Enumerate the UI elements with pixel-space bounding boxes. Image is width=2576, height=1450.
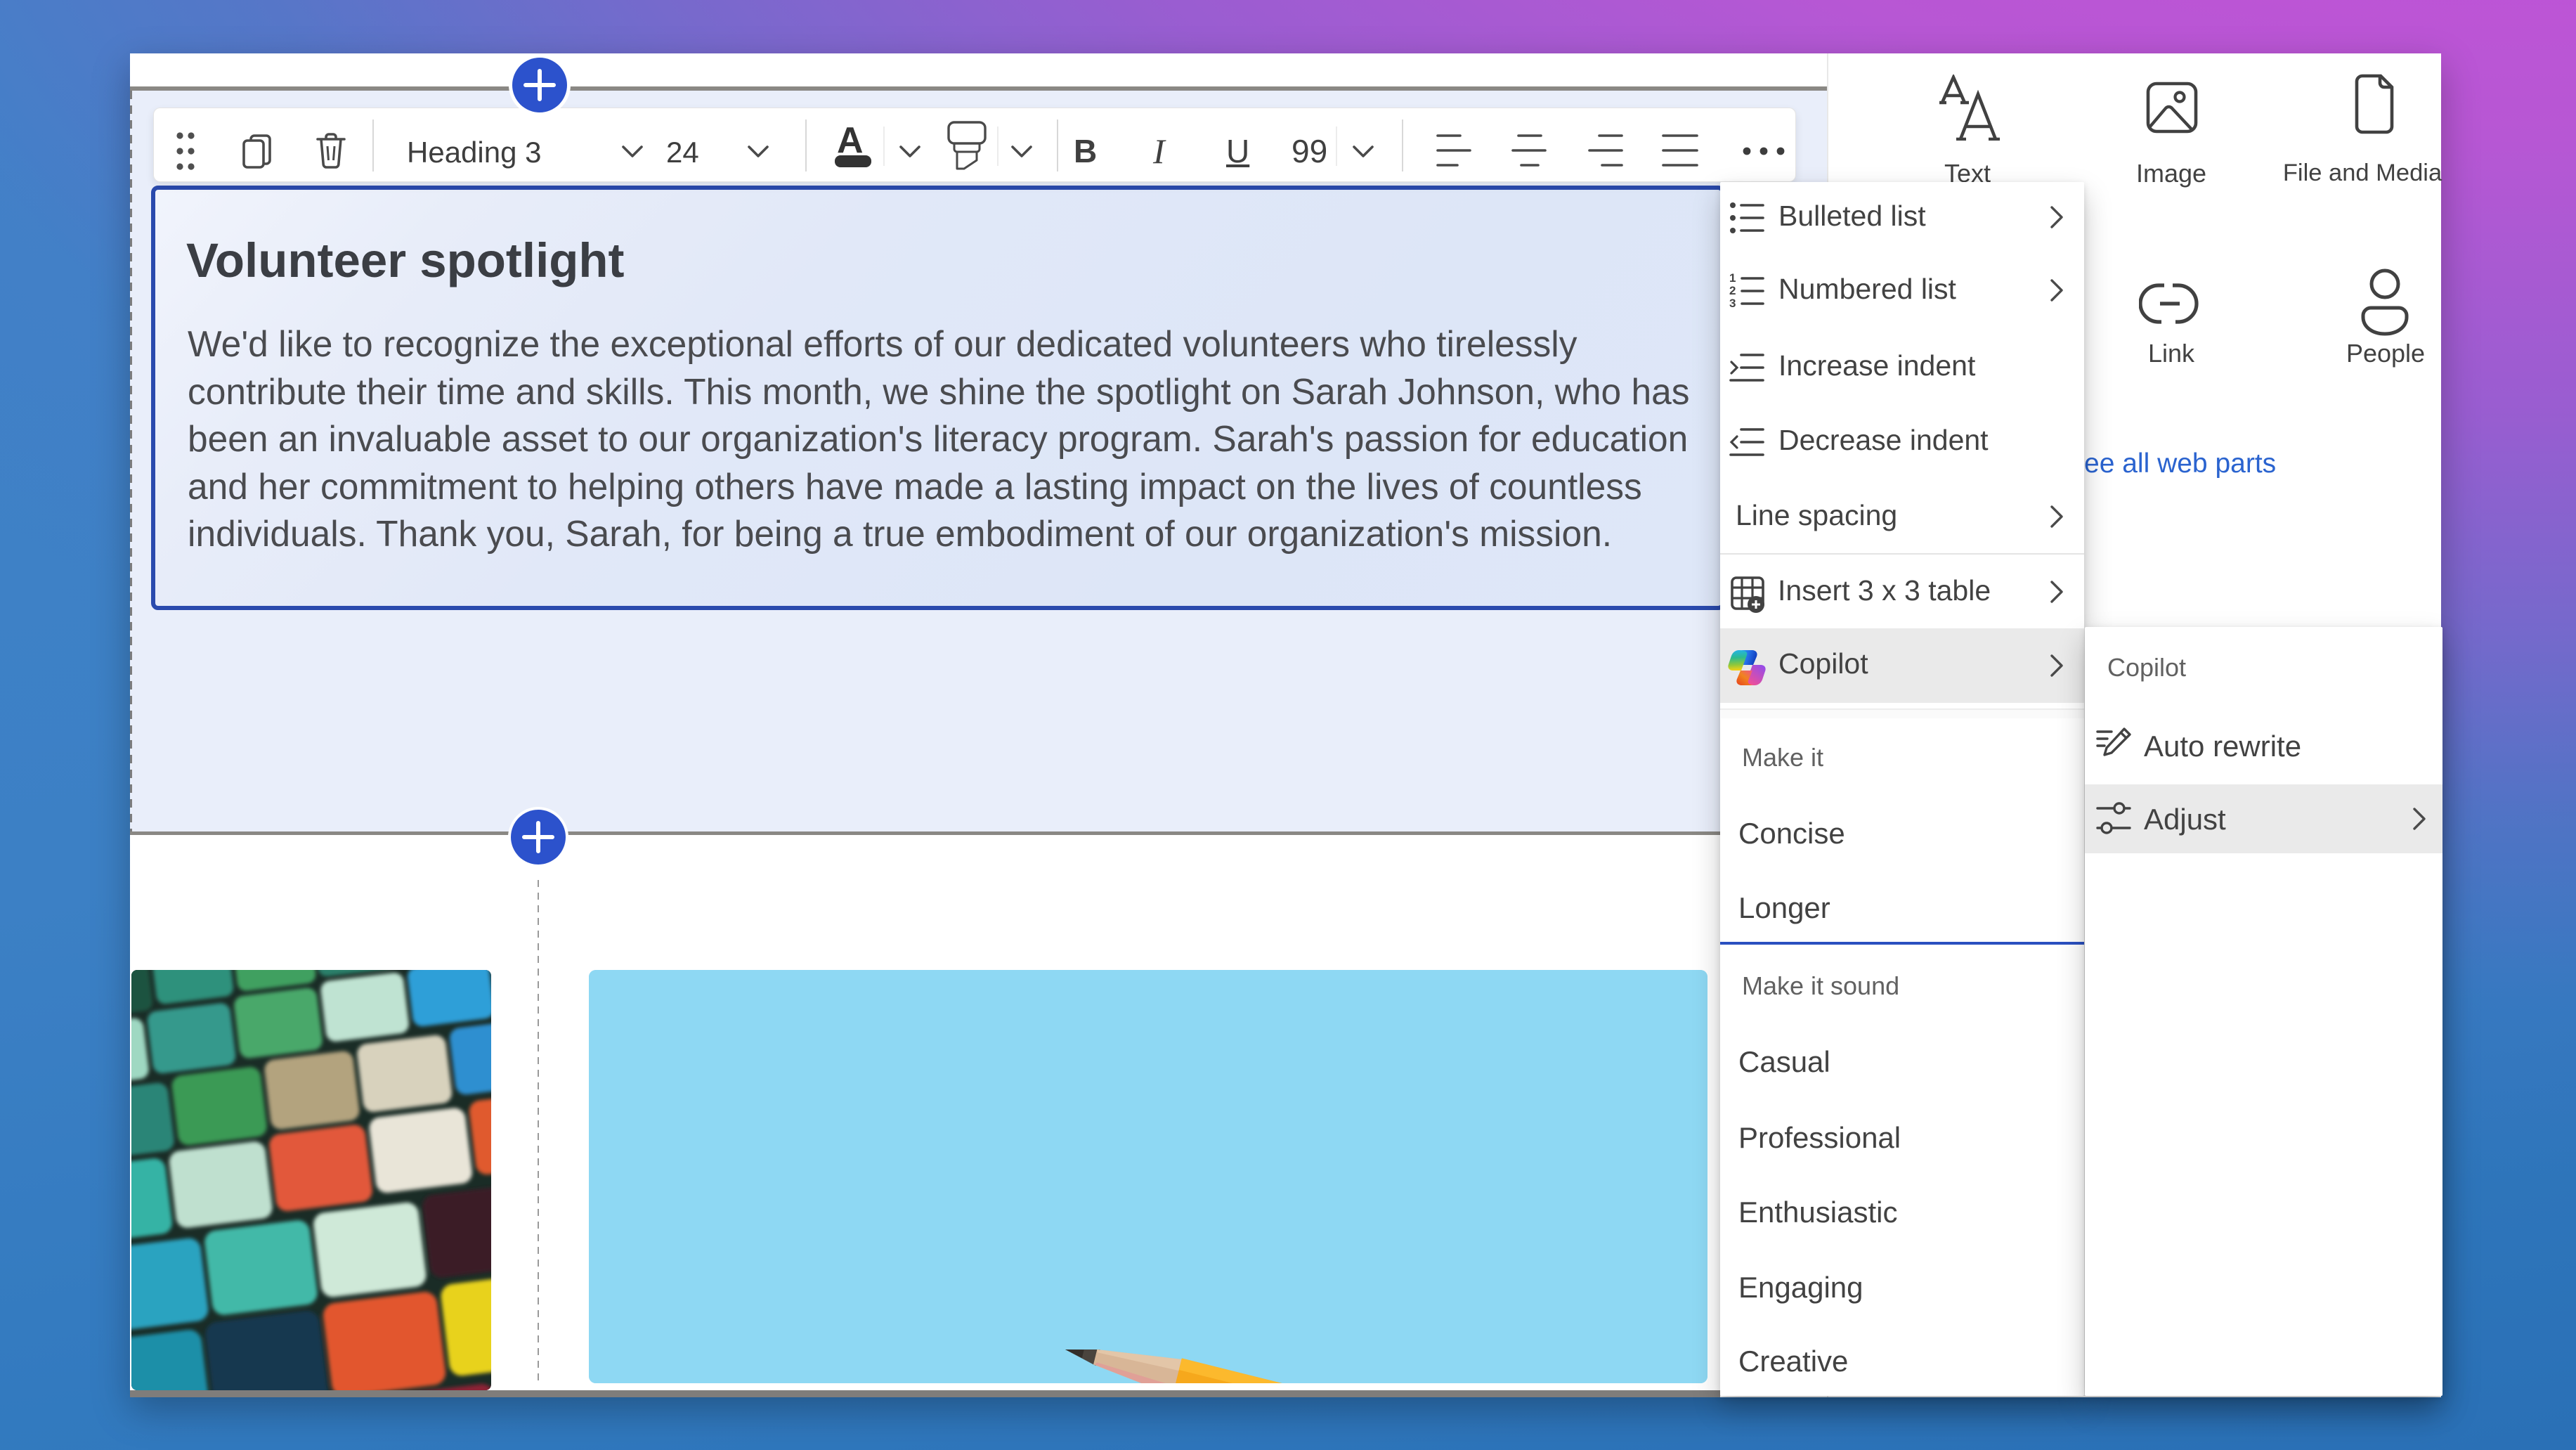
svg-text:1: 1: [1729, 273, 1736, 285]
svg-text:3: 3: [1729, 297, 1736, 309]
svg-text:2: 2: [1729, 284, 1736, 297]
